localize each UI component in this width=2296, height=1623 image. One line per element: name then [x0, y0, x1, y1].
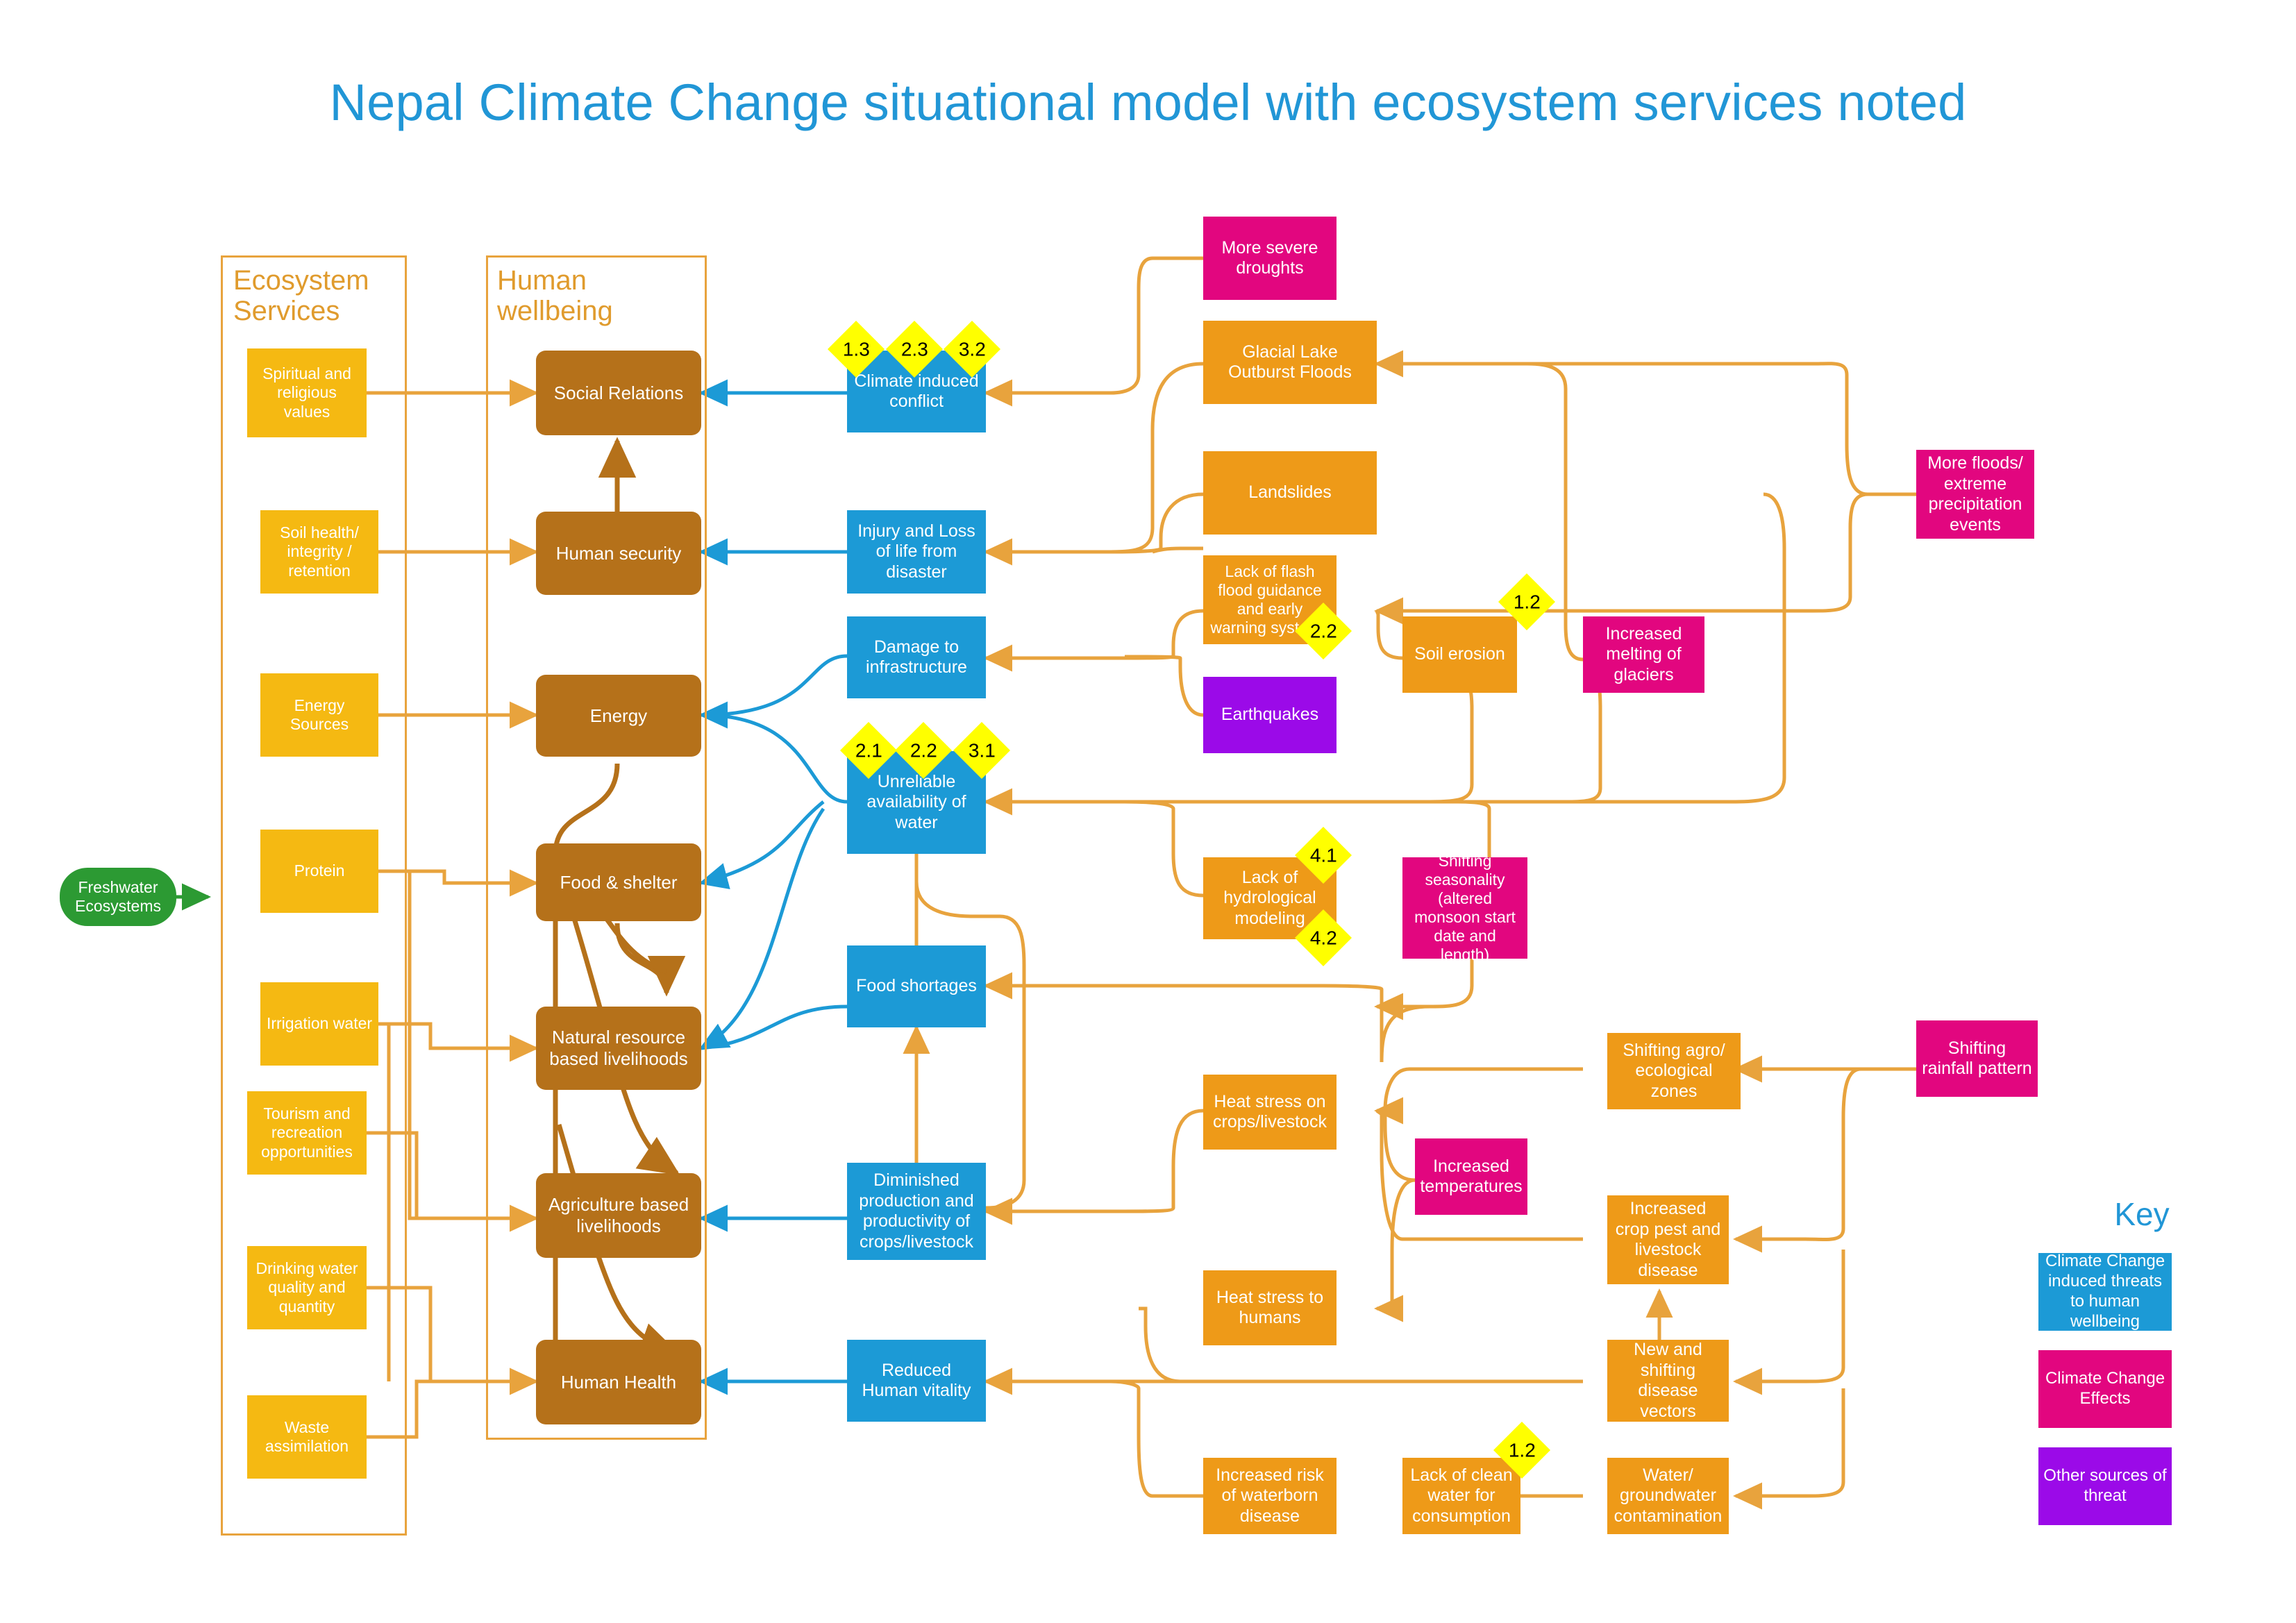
node-tourism-and-recreation-opportunities[interactable]: Tourism and recreation opportunities [247, 1091, 367, 1175]
node-human-health[interactable]: Human Health [536, 1340, 701, 1424]
node-energy[interactable]: Energy [536, 675, 701, 757]
key-item-other-sources-of-threat: Other sources of threat [2038, 1447, 2172, 1525]
node-increased-melting-of-glaciers[interactable]: Increased melting of glaciers [1583, 616, 1704, 693]
node-diminished-production[interactable]: Diminished production and productivity o… [847, 1163, 986, 1260]
node-increased-risk-of-waterborn-disease[interactable]: Increased risk of waterborn disease [1203, 1458, 1336, 1534]
node-more-floods-extreme-precipitation[interactable]: More floods/ extreme precipitation event… [1916, 450, 2034, 539]
node-shifting-rainfall-pattern[interactable]: Shifting rainfall pattern [1916, 1020, 2038, 1097]
key-item-climate-change-effects: Climate Change Effects [2038, 1350, 2172, 1428]
key-item-climate-change-induced-threats: Climate Change induced threats to human … [2038, 1252, 2172, 1331]
node-injury-and-loss-of-life-from-disaster[interactable]: Injury and Loss of life from disaster [847, 510, 986, 594]
node-food-and-shelter[interactable]: Food & shelter [536, 843, 701, 921]
node-more-severe-droughts[interactable]: More severe droughts [1203, 217, 1336, 300]
node-waste-assimilation[interactable]: Waste assimilation [247, 1395, 367, 1479]
node-freshwater-ecosystems[interactable]: Freshwater Ecosystems [60, 868, 176, 926]
ecosystem-services-group-title: Ecosystem Services [233, 265, 369, 326]
node-earthquakes[interactable]: Earthquakes [1203, 677, 1336, 753]
node-spiritual-and-religious-values[interactable]: Spiritual and religious values [247, 348, 367, 437]
node-agriculture-based-livelihoods[interactable]: Agriculture based livelihoods [536, 1173, 701, 1258]
node-social-relations[interactable]: Social Relations [536, 351, 701, 435]
node-shifting-agro-ecological-zones[interactable]: Shifting agro/ ecological zones [1607, 1033, 1741, 1109]
node-increased-crop-pest-and-livestock-disease[interactable]: Increased crop pest and livestock diseas… [1607, 1195, 1729, 1284]
node-lack-of-clean-water-for-consumption[interactable]: Lack of clean water for consumption [1402, 1458, 1520, 1534]
node-natural-resource-based-livelihoods[interactable]: Natural resource based livelihoods [536, 1007, 701, 1090]
node-food-shortages[interactable]: Food shortages [847, 945, 986, 1027]
node-heat-stress-on-crops-livestock[interactable]: Heat stress on crops/livestock [1203, 1075, 1336, 1150]
node-human-security[interactable]: Human security [536, 512, 701, 595]
node-shifting-seasonality[interactable]: Shifting seasonality (altered monsoon st… [1402, 852, 1527, 964]
node-soil-health[interactable]: Soil health/ integrity / retention [260, 510, 378, 594]
node-new-and-shifting-disease-vectors[interactable]: New and shifting disease vectors [1607, 1340, 1729, 1422]
key-title: Key [2114, 1196, 2170, 1232]
node-protein[interactable]: Protein [260, 830, 378, 913]
node-drinking-water-quality-and-quantity[interactable]: Drinking water quality and quantity [247, 1246, 367, 1329]
node-irrigation-water[interactable]: Irrigation water [260, 982, 378, 1066]
human-wellbeing-group-title: Human wellbeing [497, 265, 613, 326]
diagram-canvas: Nepal Climate Change situational model w… [0, 0, 2296, 1623]
node-damage-to-infrastructure[interactable]: Damage to infrastructure [847, 616, 986, 698]
node-landslides[interactable]: Landslides [1203, 451, 1377, 535]
node-glacial-lake-outburst-floods[interactable]: Glacial Lake Outburst Floods [1203, 321, 1377, 404]
node-water-groundwater-contamination[interactable]: Water/ groundwater contamination [1607, 1458, 1729, 1534]
node-soil-erosion[interactable]: Soil erosion [1402, 616, 1517, 693]
node-increased-temperatures[interactable]: Increased temperatures [1415, 1138, 1527, 1215]
node-reduced-human-vitality[interactable]: Reduced Human vitality [847, 1340, 986, 1422]
node-energy-sources[interactable]: Energy Sources [260, 673, 378, 757]
node-heat-stress-to-humans[interactable]: Heat stress to humans [1203, 1270, 1336, 1345]
